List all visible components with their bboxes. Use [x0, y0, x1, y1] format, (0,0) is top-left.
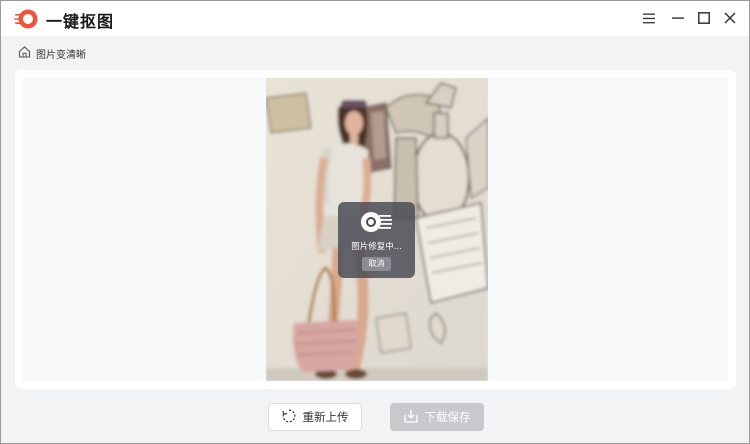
- download-icon: [403, 409, 418, 426]
- download-button[interactable]: 下载保存: [390, 403, 484, 431]
- reupload-label: 重新上传: [302, 410, 349, 424]
- loading-spinner-icon: [360, 210, 392, 238]
- loading-status-text: 图片修复中...: [351, 242, 402, 252]
- cancel-button[interactable]: 取消: [362, 257, 391, 271]
- minimize-icon[interactable]: [669, 9, 687, 27]
- reupload-button[interactable]: 重新上传: [268, 403, 362, 431]
- preview-card: 图片修复中... 取消: [15, 70, 736, 389]
- refresh-icon: [281, 409, 296, 426]
- title-bar: 一键抠图: [1, 1, 749, 36]
- hamburger-menu-icon[interactable]: [640, 9, 658, 27]
- home-icon[interactable]: [18, 45, 31, 61]
- app-logo-icon: [14, 8, 38, 30]
- close-icon[interactable]: [721, 9, 739, 27]
- download-label: 下载保存: [424, 410, 471, 424]
- maximize-icon[interactable]: [695, 9, 713, 27]
- photo-preview: 图片修复中... 取消: [266, 78, 488, 381]
- loading-overlay: 图片修复中... 取消: [338, 202, 415, 278]
- breadcrumb-label: 图片变清晰: [36, 49, 86, 61]
- breadcrumb: 图片变清晰: [18, 45, 86, 61]
- app-title: 一键抠图: [46, 12, 115, 31]
- preview-canvas: 图片修复中... 取消: [23, 78, 728, 381]
